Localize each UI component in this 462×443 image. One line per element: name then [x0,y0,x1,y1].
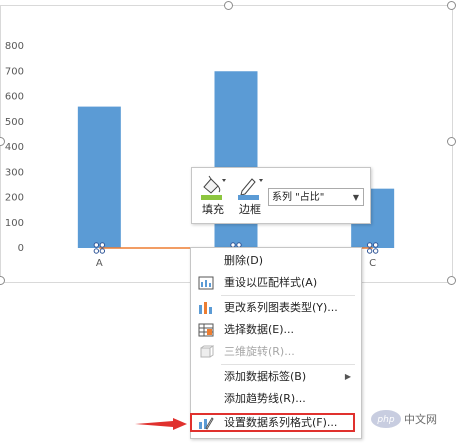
submenu-arrow-icon: ▶ [344,372,351,381]
y-tick-label: 500 [5,117,24,128]
menu-item-reset-style[interactable]: 重设以匹配样式(A) [191,272,359,294]
menu-item-label: 重设以匹配样式(A) [224,276,318,289]
y-tick-label: 200 [5,193,24,204]
chart-type-icon [199,302,212,314]
pen-icon [238,178,263,200]
context-menu: 删除(D) 重设以匹配样式(A) 更改系列图表类型(Y)... 选择数据(E).… [190,247,362,439]
mini-toolbar: 填充 边框 系列 "占比" ▼ [191,167,371,224]
bar-A[interactable] [77,106,121,248]
paint-bucket-icon [201,175,226,200]
y-tick-label: 400 [5,142,24,153]
rotate-3d-icon [200,345,214,358]
chevron-down-icon: ▼ [352,193,359,202]
chart-area[interactable]: 0100200300400500600700800ABC [0,5,453,283]
highlight-box [190,413,355,432]
menu-item-add-data-labels[interactable]: 添加数据标签(B) ▶ [191,366,359,388]
menu-item-change-chart-type[interactable]: 更改系列图表类型(Y)... [191,297,359,319]
x-tick-label: A [96,258,103,269]
menu-item-label: 添加趋势线(R)... [224,392,306,405]
menu-item-label: 选择数据(E)... [224,323,295,336]
resize-handle-bottom-left[interactable] [0,276,5,285]
watermark-text: 中文网 [404,413,437,426]
y-tick-label: 0 [18,243,24,254]
menu-item-label: 更改系列图表类型(Y)... [224,301,338,314]
border-label: 边框 [239,203,261,216]
menu-item-label: 删除(D) [224,254,264,267]
resize-handle-top[interactable] [224,1,233,10]
y-tick-label: 600 [5,92,24,103]
fill-label: 填充 [202,203,224,216]
reset-style-icon [198,276,214,290]
y-tick-label: 700 [5,66,24,77]
red-arrow-icon [135,418,187,430]
bar-chart: 0100200300400500600700800ABC [5,41,395,269]
y-tick-label: 800 [5,41,24,52]
menu-item-label: 三维旋转(R)... [224,345,295,358]
x-tick-label: C [369,258,376,269]
series-dropdown[interactable]: 系列 "占比" ▼ [268,188,364,206]
series-dropdown-value: 系列 "占比" [272,192,325,203]
resize-handle-bottom-right[interactable] [447,276,456,285]
menu-item-select-data[interactable]: 选择数据(E)... [191,319,359,341]
fill-button[interactable]: 填充 [195,171,231,220]
menu-item-delete[interactable]: 删除(D) [191,250,359,272]
y-tick-label: 300 [5,167,24,178]
y-tick-label: 100 [5,218,24,229]
resize-handle-top-right[interactable] [447,1,456,10]
select-data-icon [198,323,214,337]
resize-handle-right[interactable] [447,137,456,146]
menu-separator [221,295,355,296]
menu-item-label: 添加数据标签(B) [224,370,307,383]
menu-item-3d-rotation: 三维旋转(R)... [191,341,359,363]
watermark: php 中文网 [370,405,454,433]
menu-item-add-trendline[interactable]: 添加趋势线(R)... [191,388,359,410]
menu-separator [221,364,355,365]
border-button[interactable]: 边框 [232,171,268,220]
svg-text:php: php [376,415,394,425]
